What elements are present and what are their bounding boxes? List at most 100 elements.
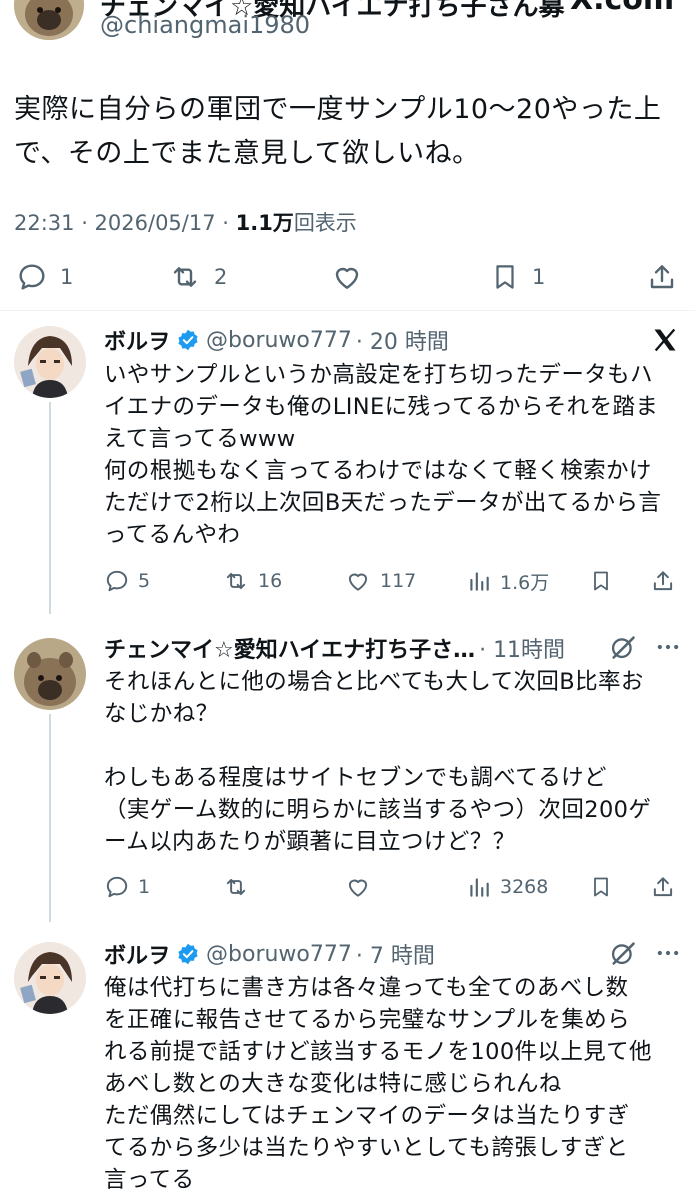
repost-icon [226,572,246,590]
reply-text-line: ただけで2桁以上次回B天だったデータが出てるから言 [104,490,662,516]
author-avatar-main[interactable] [14,0,84,40]
repost-icon [173,267,197,287]
x-com-logo: X.com [570,0,674,17]
share-button[interactable] [650,867,676,907]
reply-header: ボルヲ @boruwo777 · 20 時間 [104,323,449,357]
reply-timestamp[interactable]: · 7 時間 [356,938,435,970]
author-avatar[interactable] [14,638,86,710]
reply-text-line: なじかね？ [104,701,219,727]
reply-text: それほんとに他の場合と比べても大して次回B比率お なじかね？ わしもある程度はサ… [104,666,684,858]
share-button[interactable] [650,561,676,601]
reply-text-line: あべし数との大きな変化は特に感じられんね [104,1071,562,1097]
author-handle-main[interactable]: @chiangmai1980 [100,11,310,39]
reply-timestamp[interactable]: · 11時間 [479,632,565,664]
heart-icon [348,573,368,591]
views-button[interactable]: 1.6万 [466,561,549,601]
reply-text-line: ただ偶然にしてはチェンマイのデータは当たりすぎ [104,1103,630,1129]
author-name[interactable]: ボルヲ [104,324,170,356]
x-logo-icon[interactable] [651,326,679,354]
tweet-text-line: で、その上でまた意見して欲しいね。 [14,138,480,169]
author-name[interactable]: チェンマイ☆愛知ハイエナ打ち子さ… [104,632,475,664]
reply-text-blank [104,730,684,762]
heart-icon [348,879,368,897]
repost-count: 16 [258,570,283,592]
bookmark-icon [594,571,608,591]
reply-actions: 5 16 117 1.6万 [0,561,695,601]
reply-count: 1 [60,265,74,289]
reply-text: 俺は代打ちに書き方は各々違っても全てのあべし数 を正確に報告させてるから完璧なサ… [104,972,684,1196]
reply-count: 1 [138,876,151,898]
author-handle[interactable]: @boruwo777 [206,942,352,967]
repost-button[interactable]: 2 [168,255,227,299]
reply-text-line: れる前提で話すけど該当するモノを100件以上見て他 [104,1039,652,1065]
reply-text-line: わしもある程度はサイトセブンでも調べてるけど [104,765,607,791]
divider [0,310,695,311]
repost-button[interactable]: 16 [222,561,282,601]
author-avatar[interactable] [14,326,86,398]
bookmark-button[interactable]: 1 [490,255,545,299]
views-label: 回表示 [293,211,357,235]
reply-button[interactable]: 1 [104,867,150,907]
reply-text-line: 言ってる [104,1167,195,1193]
views-count: 1.6万 [500,571,550,594]
reply-text: いやサンプルというか高設定を打ち切ったデータもハ イエナのデータも俺のLINEに… [104,359,684,551]
more-options-icon[interactable] [654,939,682,967]
reply-text-line: それほんとに他の場合と比べても大して次回B比率お [104,669,644,695]
bookmark-button[interactable] [589,561,613,601]
like-button[interactable]: 117 [344,561,416,601]
bookmark-icon [594,877,608,897]
reply-header: チェンマイ☆愛知ハイエナ打ち子さ… · 11時間 [104,631,565,665]
reply-text-line: いやサンプルというか高設定を打ち切ったデータもハ [104,362,653,388]
author-name[interactable]: ボルヲ [104,938,170,970]
views-button[interactable]: 3268 [466,867,548,907]
share-icon [653,877,673,897]
views-chart-icon [470,572,489,591]
reply-count: 5 [138,570,151,592]
reply-icon [106,570,128,592]
bookmark-icon [496,265,514,289]
author-avatar[interactable] [14,942,86,1014]
reply-button[interactable]: 5 [104,561,150,601]
bookmark-button[interactable] [589,867,613,907]
reply-timestamp[interactable]: · 20 時間 [356,324,449,356]
reply-icon [106,876,128,898]
reply-text-line: えて言ってるwww [104,426,296,452]
reply-text-line: ーム以内あたりが顕著に目立つけど？？ [104,829,516,855]
reply-text-line: てるから多少は当たりやすいとしても誇張しすぎと [104,1135,629,1161]
more-options-icon[interactable] [654,633,682,661]
tweet-meta: 22:31 · 2026/05/17 · 1.1万回表示 [14,207,357,237]
like-button[interactable] [344,867,372,907]
reply-text-line: ってるんやわ [104,522,241,548]
like-button[interactable] [330,255,364,299]
views-count: 1.1万 [235,211,294,235]
reply-text-line: 俺は代打ちに書き方は各々違っても全てのあべし数 [104,975,629,1001]
repost-icon [226,878,246,896]
tweet-actions-main: 1 2 1 [0,255,695,299]
share-icon [650,265,674,289]
tweet-text-main: 実際に自分らの軍団で一度サンプル10〜20やった上 で、その上でまた意見して欲し… [14,88,674,176]
share-button[interactable] [646,255,678,299]
verified-badge-icon [178,943,198,965]
like-count: 117 [380,570,417,592]
reply-header: ボルヲ @boruwo777 · 7 時間 [104,937,435,971]
grok-icon[interactable] [609,633,637,661]
reply-text-line: イエナのデータも俺のLINEに残ってるからそれを踏ま [104,394,659,420]
repost-button[interactable] [222,867,250,907]
reply-text-line: を正確に報告させてるから完璧なサンプルを集めら [104,1007,631,1033]
bookmark-count: 1 [532,265,546,289]
reply-actions: 1 3268 [0,867,695,907]
verified-badge-icon [178,329,198,351]
grok-icon[interactable] [609,939,637,967]
heart-icon [335,267,359,289]
reply-text-line: （実ゲーム数的に明らかに該当するやつ）次回200ゲ [104,797,652,823]
views-chart-icon [470,878,489,897]
share-icon [653,571,673,591]
tweet-text-line: 実際に自分らの軍団で一度サンプル10〜20やった上 [14,94,662,125]
reply-icon [19,264,45,290]
reply-button[interactable]: 1 [16,255,73,299]
reply-text-line: 何の根拠もなく言ってるわけではなくて軽く検索かけ [104,458,652,484]
tweet-timestamp[interactable]: 22:31 · 2026/05/17 · [14,211,236,235]
views-count: 3268 [500,876,549,898]
repost-count: 2 [214,265,228,289]
author-handle[interactable]: @boruwo777 [206,328,352,353]
